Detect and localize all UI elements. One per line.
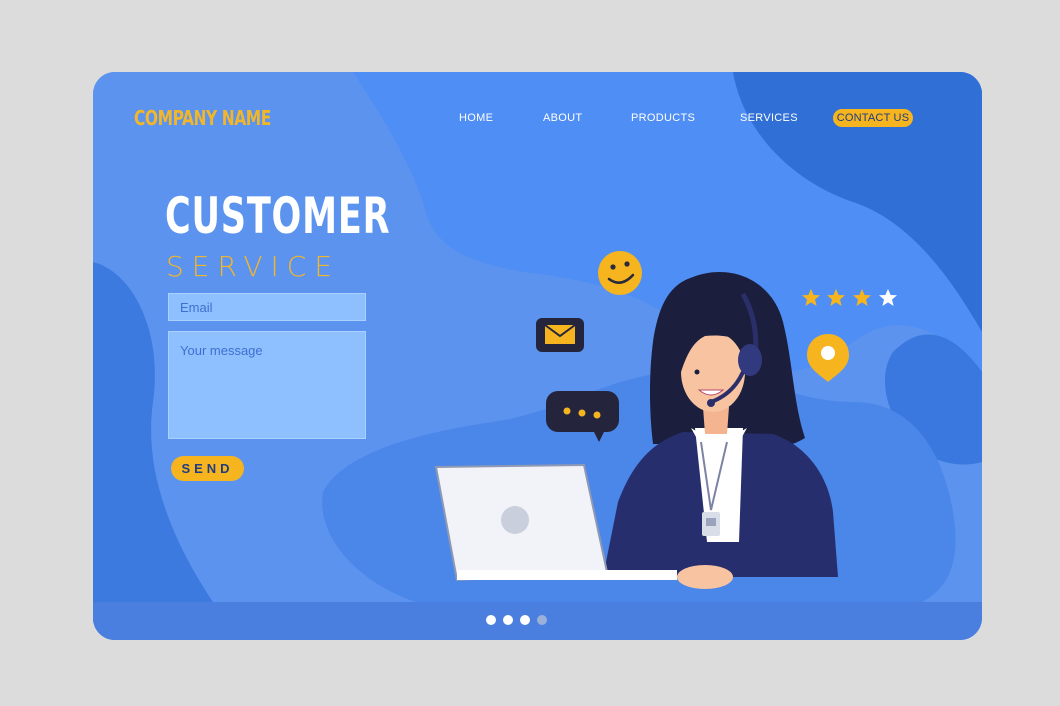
envelope-icon	[536, 318, 584, 352]
landing-card: COMPANY NAME HOME ABOUT PRODUCTS SERVICE…	[93, 72, 982, 640]
location-pin-icon	[807, 334, 849, 382]
chat-bubble-icon	[546, 391, 619, 442]
smiley-icon	[598, 251, 642, 295]
customer-service-illustration	[434, 251, 897, 589]
carousel-dot-4[interactable]	[537, 615, 547, 625]
carousel-dot-3[interactable]	[520, 615, 530, 625]
carousel-dot-1[interactable]	[486, 615, 496, 625]
rating-stars	[802, 289, 897, 306]
carousel-dots	[486, 615, 547, 625]
carousel-dot-2[interactable]	[503, 615, 513, 625]
